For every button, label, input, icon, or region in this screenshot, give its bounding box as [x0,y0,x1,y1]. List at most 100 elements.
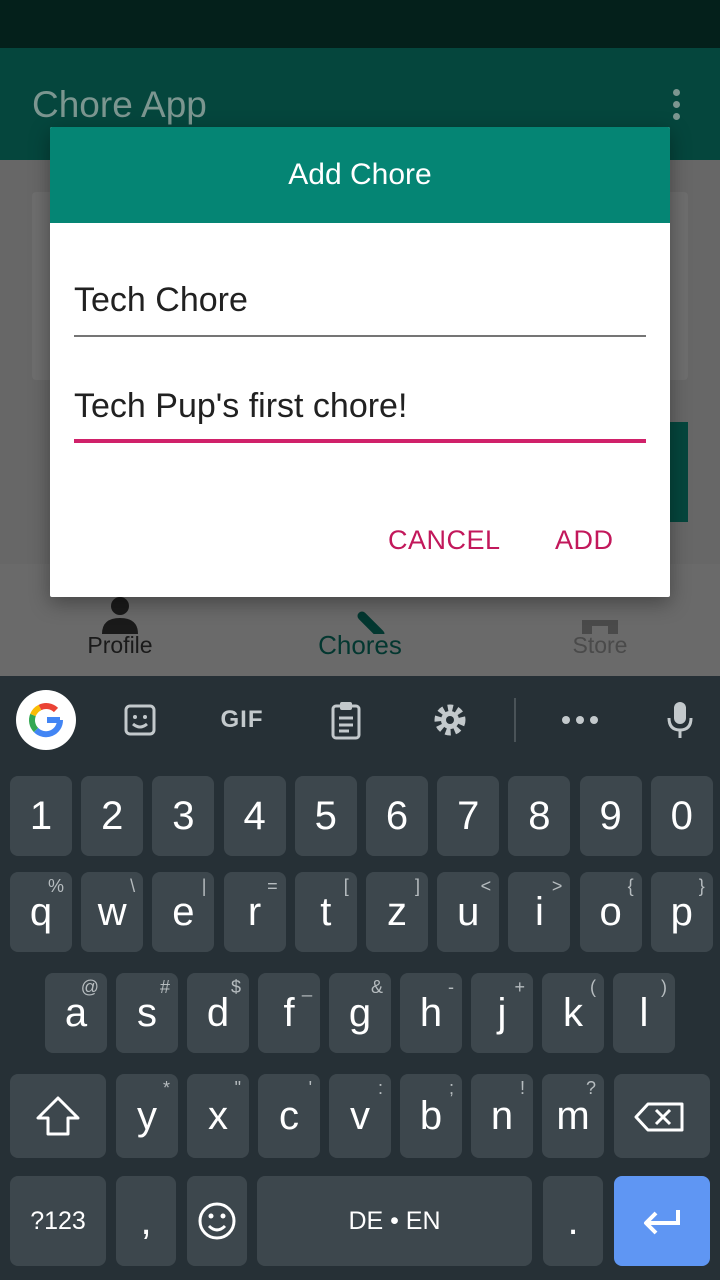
period-key[interactable]: . [543,1176,603,1266]
key-g[interactable]: g & [329,973,391,1053]
chore-description-field[interactable]: Tech Pup's first chore! [74,383,646,443]
key-r[interactable]: r = [223,872,286,952]
key-2[interactable]: 2 [81,776,144,856]
key-0[interactable]: 0 [650,776,713,856]
key-a[interactable]: a @ [45,973,107,1053]
key-d[interactable]: d $ [187,973,249,1053]
cancel-button[interactable]: CANCEL [388,525,501,556]
key-s[interactable]: s # [116,973,178,1053]
backspace-key[interactable] [614,1074,710,1158]
key-h-label: h [419,991,443,1035]
key-e-hint: | [201,876,207,896]
key-b[interactable]: b; [400,1074,462,1158]
more-horiz-icon[interactable] [556,696,604,744]
key-y-hint: * [162,1078,170,1098]
google-g-icon[interactable] [16,690,76,750]
key-k[interactable]: k( [542,973,604,1053]
more-vert-icon[interactable] [662,86,690,126]
mic-icon[interactable] [656,696,704,744]
gif-button[interactable]: GIF [212,696,272,744]
key-p[interactable]: p} [650,872,713,952]
key-m-label: m [556,1094,590,1138]
app-title: Chore App [32,84,207,125]
key-x[interactable]: x " [187,1074,249,1158]
key-r-hint: = [267,876,278,896]
add-button[interactable]: ADD [555,525,614,556]
backspace-icon [634,1102,684,1132]
emoji-key[interactable] [187,1176,247,1266]
nav-label-store: Store [572,632,628,658]
key-h[interactable]: h- [400,973,462,1053]
space-key[interactable]: DE • EN [257,1176,532,1266]
key-u[interactable]: u < [437,872,500,952]
key-7[interactable]: 7 [437,776,500,856]
status-bar [0,0,720,48]
key-q[interactable]: q% [10,872,72,952]
key-e[interactable]: e | [152,872,215,952]
key-g-label: g [348,991,372,1035]
key-q-hint: % [47,876,64,896]
key-w-label: w [97,890,127,934]
key-y[interactable]: y * [116,1074,178,1158]
key-t[interactable]: t[ [294,872,357,952]
key-s-label: s [137,991,157,1035]
key-3[interactable]: 3 [152,776,215,856]
key-l[interactable]: l) [613,973,675,1053]
key-6[interactable]: 6 [366,776,428,856]
symbols-key-label: ?123 [30,1207,86,1235]
nav-label-profile: Profile [87,632,153,658]
key-z-hint: ] [414,876,420,896]
key-s-hint: # [159,977,170,997]
key-l-hint: ) [661,977,667,997]
key-8[interactable]: 8 [508,776,571,856]
key-1[interactable]: 1 [10,776,72,856]
key-k-hint: ( [590,977,596,997]
enter-key[interactable] [614,1176,710,1266]
key-u-hint: < [480,876,492,896]
key-j-hint: + [514,977,525,997]
key-z-label: z [387,890,407,934]
dialog-header: Add Chore [50,127,670,223]
sticker-icon[interactable] [116,696,164,744]
add-chore-dialog: Add Chore Tech Chore Tech Pup's first ch… [50,127,670,597]
key-8-label: 8 [528,794,551,838]
key-3-label: 3 [172,794,195,838]
key-j[interactable]: j + [471,973,533,1053]
key-c-hint: ' [308,1078,312,1098]
key-5[interactable]: 5 [294,776,357,856]
key-p-label: p [670,890,693,934]
key-0-label: 0 [670,794,693,838]
shift-key[interactable] [10,1074,106,1158]
key-p-hint: } [698,876,705,896]
key-n-hint: ! [519,1078,525,1098]
key-b-hint: ; [448,1078,454,1098]
key-4[interactable]: 4 [223,776,286,856]
store-icon [582,620,618,634]
key-v-hint: : [377,1078,383,1098]
key-l-label: l [639,991,649,1035]
gear-icon[interactable] [426,696,474,744]
chore-name-value: Tech Chore [74,281,248,319]
comma-key[interactable]: , [116,1176,176,1266]
chore-name-field[interactable]: Tech Chore [74,277,646,337]
key-f[interactable]: f _ [258,973,320,1053]
key-b-label: b [419,1094,443,1138]
key-z[interactable]: z] [366,872,428,952]
key-v[interactable]: v: [329,1074,391,1158]
key-w[interactable]: w \ [81,872,144,952]
key-i-label: i [534,890,544,934]
key-f-label: f [283,991,295,1035]
clipboard-icon[interactable] [322,696,370,744]
key-n[interactable]: n! [471,1074,533,1158]
key-c[interactable]: c ' [258,1074,320,1158]
key-m[interactable]: m? [542,1074,604,1158]
dialog-title: Add Chore [288,158,432,191]
symbols-key[interactable]: ?123 [10,1176,106,1266]
key-i[interactable]: i > [508,872,571,952]
key-k-label: k [563,991,583,1035]
emoji-icon [198,1202,236,1240]
key-9[interactable]: 9 [579,776,642,856]
key-d-label: d [206,991,230,1035]
key-q-label: q [29,890,53,934]
key-o[interactable]: o{ [579,872,642,952]
